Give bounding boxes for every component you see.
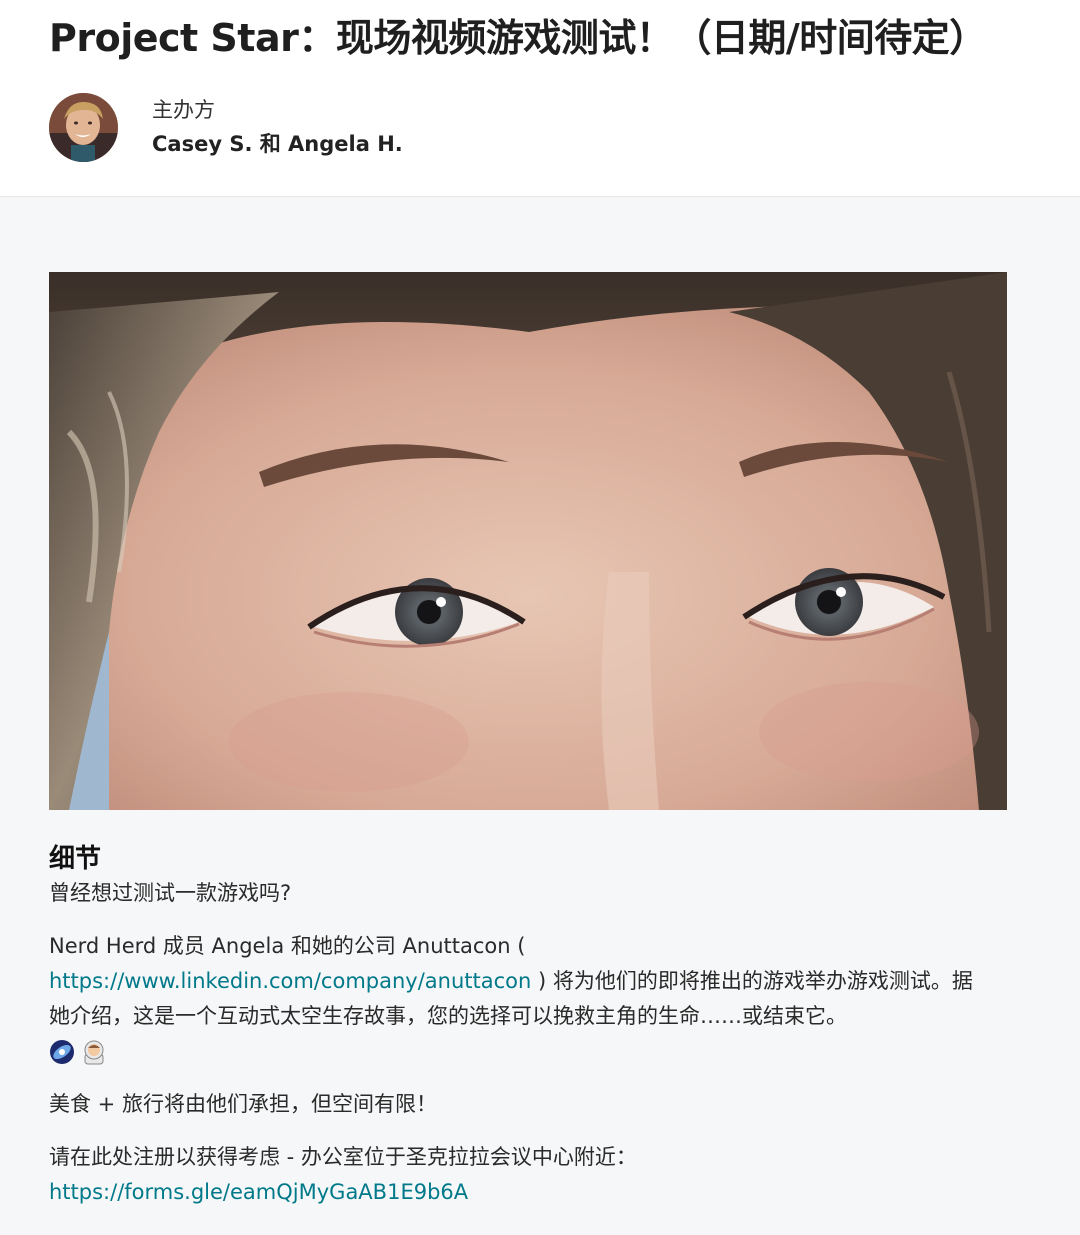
page-title: Project Star：现场视频游戏测试！（日期/时间待定） [49, 16, 987, 60]
linkedin-link[interactable]: https://www.linkedin.com/company/anuttac… [49, 969, 531, 993]
host-label: 主办方 [152, 98, 215, 122]
details-paragraph-2: 美食 + 旅行将由他们承担，但空间有限！ [49, 1092, 437, 1116]
details-intro: 曾经想过测试一款游戏吗? [49, 881, 292, 905]
details-heading: 细节 [49, 844, 102, 874]
registration-form-link[interactable]: https://forms.gle/eamQjMyGaAB1E9b6A [49, 1180, 468, 1204]
avatar[interactable] [49, 93, 118, 162]
host-names[interactable]: Casey S. 和 Angela H. [152, 130, 403, 158]
details-paragraph-1: Nerd Herd 成员 Angela 和她的公司 Anuttacon ( ht… [49, 929, 989, 1034]
paragraph-3-text: 请在此处注册以获得考虑 - 办公室位于圣克拉拉会议中心附近： [49, 1145, 637, 1169]
event-header: Project Star：现场视频游戏测试！（日期/时间待定） 主办方 Case… [0, 0, 1080, 197]
astronaut-icon [81, 1039, 107, 1065]
galaxy-icon [49, 1039, 75, 1065]
event-hero-image [49, 272, 1007, 810]
details-paragraph-3: 请在此处注册以获得考虑 - 办公室位于圣克拉拉会议中心附近： https://f… [49, 1140, 989, 1210]
event-details: 细节 曾经想过测试一款游戏吗? Nerd Herd 成员 Angela 和她的公… [49, 842, 989, 1210]
emoji-row [49, 1034, 989, 1069]
paragraph-1-text-before: Nerd Herd 成员 Angela 和她的公司 Anuttacon ( [49, 934, 526, 958]
